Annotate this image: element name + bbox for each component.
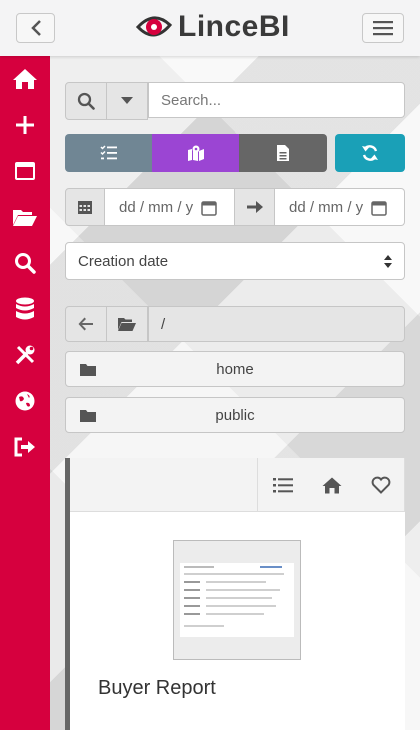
sign-out-icon <box>14 437 35 457</box>
sidebar-item-home[interactable] <box>0 56 50 102</box>
calendar-addon <box>65 188 105 226</box>
sidebar-item-window[interactable] <box>0 148 50 194</box>
folder-item-public[interactable]: public <box>65 397 405 433</box>
calendar-icon <box>78 201 92 214</box>
menu-toggle-button[interactable] <box>362 13 404 43</box>
database-icon <box>16 297 34 320</box>
search-options-dropdown[interactable] <box>107 82 148 120</box>
date-from-input[interactable]: dd / mm / y <box>105 188 235 226</box>
folder-open-icon <box>118 318 136 331</box>
date-from-placeholder: dd / mm / y <box>119 198 194 216</box>
search-icon <box>15 253 36 274</box>
sidebar-item-globe[interactable] <box>0 378 50 424</box>
list-check-icon <box>99 145 117 160</box>
sidebar-item-new[interactable] <box>0 102 50 148</box>
document-view-button[interactable] <box>239 134 327 172</box>
globe-icon <box>15 391 35 411</box>
caret-down-icon <box>121 97 133 104</box>
tools-icon <box>15 345 35 365</box>
report-card-actions <box>257 458 405 512</box>
report-card[interactable]: Buyer Report <box>65 458 405 730</box>
window-icon <box>15 162 35 180</box>
search-placeholder: Search... <box>161 91 222 109</box>
refresh-button[interactable] <box>335 134 405 172</box>
map-marked-icon <box>187 145 204 161</box>
date-range-filter: dd / mm / y dd / mm / y <box>65 188 405 226</box>
heart-outline-icon <box>371 476 390 494</box>
chevron-left-icon <box>30 20 41 36</box>
sidebar-item-tools[interactable] <box>0 332 50 378</box>
sidebar-item-browse[interactable] <box>0 194 50 240</box>
sidebar-item-database[interactable] <box>0 286 50 332</box>
folder-item-home[interactable]: home <box>65 351 405 387</box>
home-icon <box>322 477 341 493</box>
home-icon <box>13 69 37 89</box>
calendar-picker-icon <box>371 201 387 216</box>
list-view-button[interactable] <box>65 134 152 172</box>
report-title[interactable]: Buyer Report <box>98 677 216 700</box>
folder-label: public <box>215 406 255 424</box>
report-thumbnail[interactable] <box>173 540 301 660</box>
sidebar-item-search[interactable] <box>0 240 50 286</box>
sidebar-item-logout[interactable] <box>0 424 50 470</box>
current-path: / <box>148 306 405 342</box>
sidebar <box>0 56 50 730</box>
map-view-button[interactable] <box>152 134 239 172</box>
calendar-picker-icon <box>201 201 217 216</box>
sort-arrows-icon <box>384 255 392 268</box>
date-to-placeholder: dd / mm / y <box>289 198 364 216</box>
plus-icon <box>16 116 34 134</box>
favorite-button[interactable] <box>356 458 405 512</box>
back-button[interactable] <box>16 13 55 43</box>
file-text-icon <box>277 145 289 161</box>
folder-label: home <box>216 360 254 378</box>
search-bar: Search... <box>65 82 405 120</box>
set-home-button[interactable] <box>307 458 356 512</box>
path-breadcrumb: / <box>65 306 405 342</box>
date-to-input[interactable]: dd / mm / y <box>275 188 405 226</box>
report-card-toolbar <box>70 458 405 512</box>
search-icon <box>77 92 95 110</box>
sort-select[interactable]: Creation date <box>65 242 405 280</box>
arrow-addon <box>235 188 275 226</box>
search-button[interactable] <box>65 82 107 120</box>
refresh-icon <box>362 145 378 161</box>
current-path-text: / <box>161 315 166 333</box>
brand-name: LinceBI <box>178 10 290 43</box>
lince-eye-icon <box>136 16 172 37</box>
top-navbar: LinceBI <box>0 0 420 56</box>
path-back-button[interactable] <box>65 306 107 342</box>
folder-open-icon <box>13 210 37 226</box>
search-input[interactable]: Search... <box>148 82 405 118</box>
list-icon <box>272 478 293 493</box>
report-thumbnail-preview <box>180 563 294 637</box>
arrow-right-icon <box>246 201 263 213</box>
sort-selected-value: Creation date <box>78 252 169 270</box>
hamburger-icon <box>373 21 393 36</box>
path-folder-button[interactable] <box>107 306 148 342</box>
arrow-left-icon <box>78 317 93 331</box>
report-details-button[interactable] <box>258 458 307 512</box>
brand-logo[interactable]: LinceBI <box>136 10 290 44</box>
